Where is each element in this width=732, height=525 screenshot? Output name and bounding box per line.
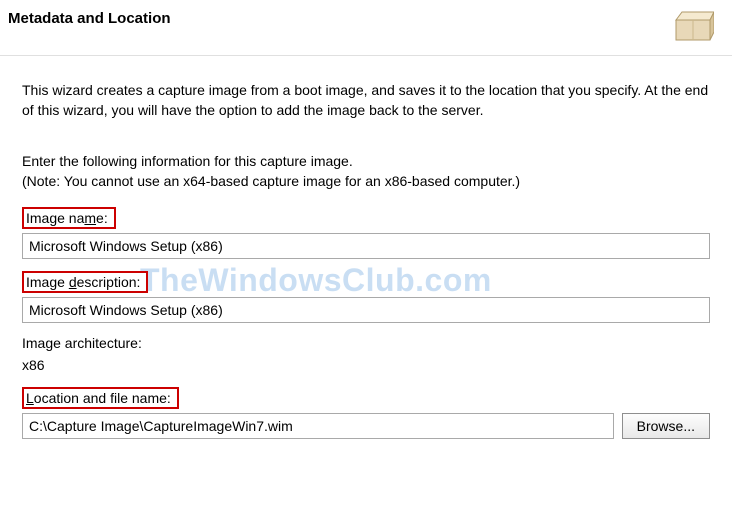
sub-intro: Enter the following information for this… [22, 151, 710, 192]
image-name-label: Image name: [22, 207, 116, 229]
image-architecture-group: Image architecture: x86 [22, 335, 710, 375]
image-description-group: Image description: [22, 271, 710, 323]
location-input[interactable] [22, 413, 614, 439]
page-title: Metadata and Location [8, 10, 171, 27]
wizard-header: Metadata and Location [0, 0, 732, 56]
box-icon [672, 8, 714, 47]
image-name-group: Image name: [22, 207, 710, 259]
browse-button[interactable]: Browse... [622, 413, 710, 439]
subintro-line1: Enter the following information for this… [22, 151, 710, 171]
location-group: Location and file name: Browse... [22, 387, 710, 439]
image-description-input[interactable] [22, 297, 710, 323]
subintro-line2: (Note: You cannot use an x64-based captu… [22, 171, 710, 191]
location-label: Location and file name: [22, 387, 179, 409]
image-architecture-label: Image architecture: [22, 335, 142, 351]
image-name-input[interactable] [22, 233, 710, 259]
location-row: Browse... [22, 413, 710, 439]
image-architecture-value: x86 [22, 355, 710, 375]
image-description-label: Image description: [22, 271, 148, 293]
intro-text: This wizard creates a capture image from… [22, 80, 710, 121]
wizard-body: This wizard creates a capture image from… [0, 56, 732, 461]
